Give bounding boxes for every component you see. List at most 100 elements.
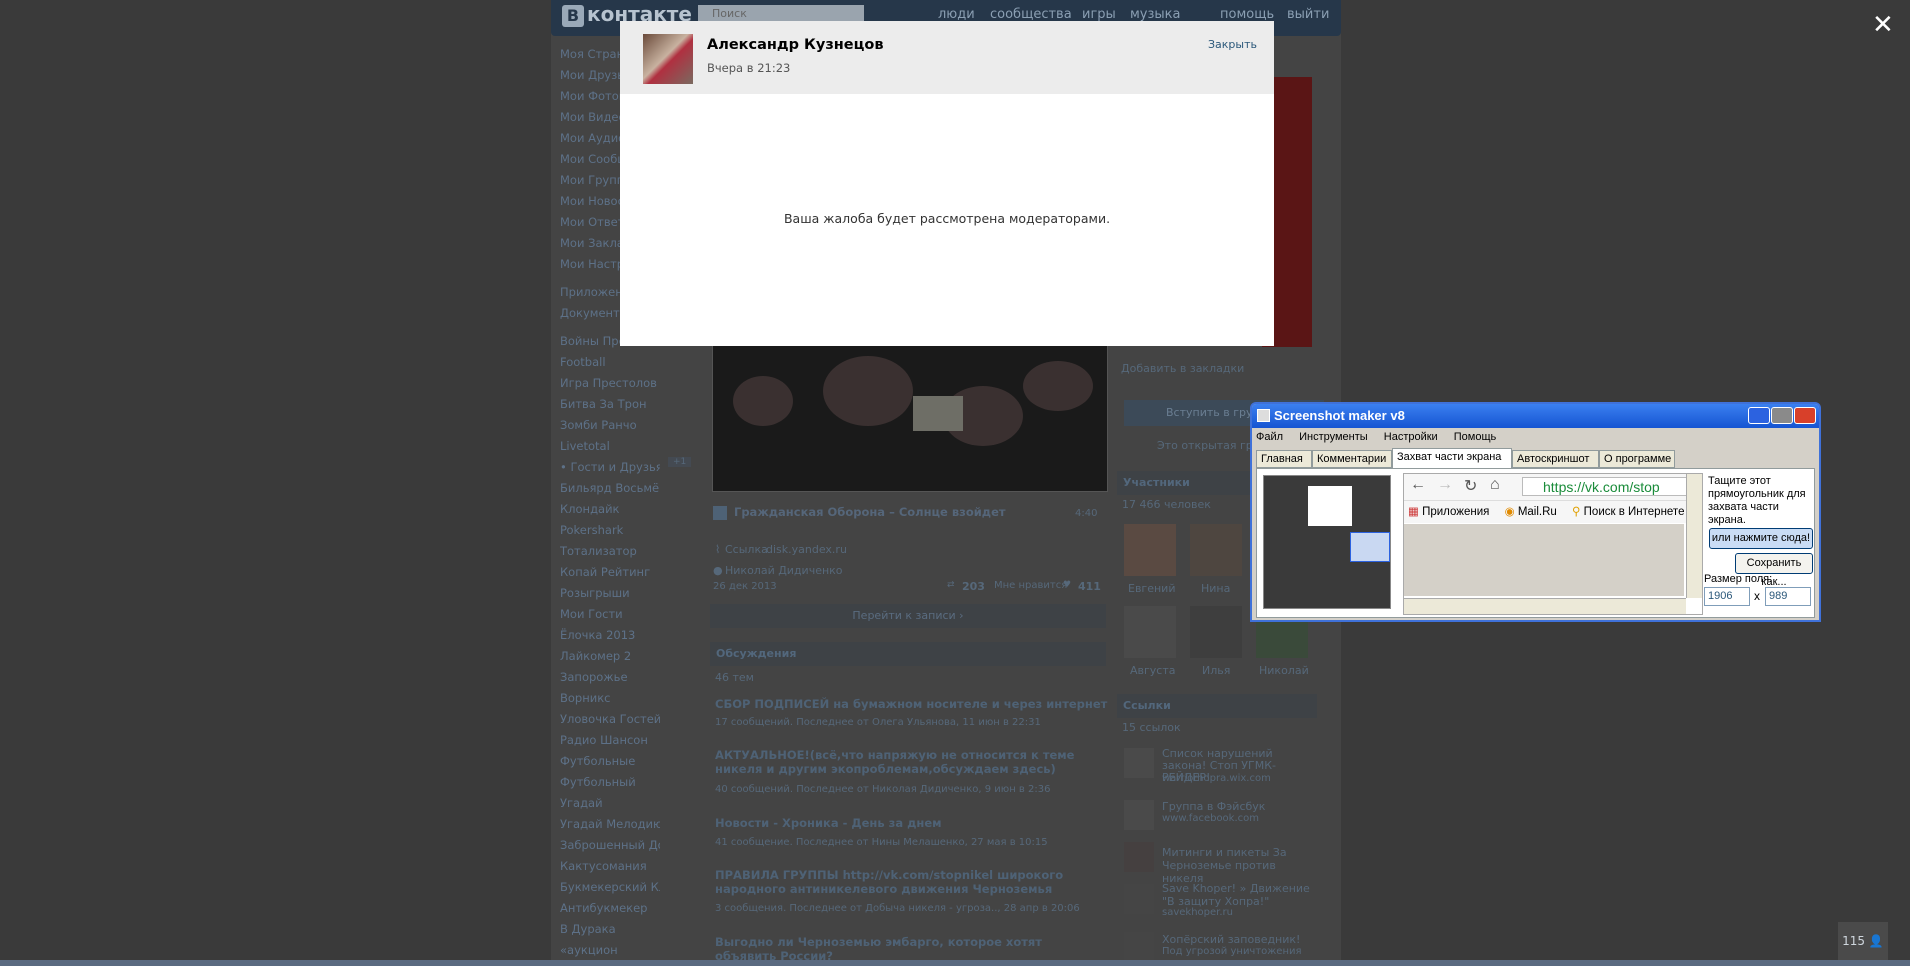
horizontal-scrollbar[interactable] bbox=[1404, 598, 1686, 614]
menu-item[interactable]: Лайкомер 2 bbox=[560, 646, 660, 667]
menu-item[interactable]: Угадай Мелодию bbox=[560, 814, 660, 835]
screenshot-maker-window[interactable]: Screenshot maker v8 Файл Инструменты Нас… bbox=[1250, 402, 1821, 622]
menu-item[interactable]: Зомби Ранчо bbox=[560, 415, 660, 436]
nav-people[interactable]: люди bbox=[938, 7, 975, 22]
link-title[interactable]: Хопёрский заповедник! bbox=[1162, 933, 1300, 946]
menu-item[interactable]: «аукцион bbox=[560, 940, 660, 961]
repost-count[interactable]: 203 bbox=[962, 580, 985, 593]
menu-item[interactable]: Запорожье bbox=[560, 667, 660, 688]
menu-item[interactable]: Букмекерский Клуб bbox=[560, 877, 660, 898]
nav-logout[interactable]: выйти bbox=[1287, 7, 1329, 22]
menu-item[interactable]: Кактусомания bbox=[560, 856, 660, 877]
tab-main[interactable]: Главная bbox=[1256, 450, 1312, 468]
links-header[interactable]: Ссылки bbox=[1117, 694, 1317, 718]
menu-item[interactable]: Розыгрыши bbox=[560, 583, 660, 604]
menu-item[interactable]: Мои Гости bbox=[560, 604, 660, 625]
discussions-header[interactable]: Обсуждения bbox=[710, 642, 1106, 666]
member-name[interactable]: Илья bbox=[1202, 664, 1230, 677]
window-titlebar[interactable]: Screenshot maker v8 bbox=[1252, 404, 1819, 428]
menu-item[interactable]: Клондайк bbox=[560, 499, 660, 520]
discussions-count: 46 тем bbox=[715, 671, 754, 684]
member-name[interactable]: Николай bbox=[1259, 664, 1309, 677]
topic-title[interactable]: Новости - Хроника - День за днем bbox=[715, 816, 942, 830]
post-photo[interactable] bbox=[712, 345, 1108, 492]
camera-icon[interactable] bbox=[1124, 606, 1176, 658]
maximize-button[interactable] bbox=[1771, 407, 1793, 424]
menu-tools[interactable]: Инструменты bbox=[1299, 431, 1368, 443]
menu-item[interactable]: Угадай bbox=[560, 793, 660, 814]
likes-count[interactable]: 411 bbox=[1078, 580, 1101, 593]
topic-title[interactable]: ПРАВИЛА ГРУППЫ http://vk.com/stopnikel ш… bbox=[715, 868, 1095, 896]
search-icon: ⚲ bbox=[1572, 506, 1581, 518]
member-avatar[interactable] bbox=[1190, 606, 1242, 658]
vertical-scrollbar[interactable] bbox=[1686, 474, 1702, 598]
menu-item[interactable]: В Дурака bbox=[560, 919, 660, 940]
likes-label[interactable]: Мне нравится bbox=[994, 580, 1067, 591]
goto-post-button[interactable]: Перейти к записи › bbox=[710, 604, 1106, 628]
topic-title[interactable]: СБОР ПОДПИСЕЙ на бумажном носителе и чер… bbox=[715, 697, 1107, 711]
track-title[interactable]: Гражданская Оборона – Солнце взойдет bbox=[734, 505, 1006, 519]
member-name[interactable]: Августа bbox=[1130, 664, 1176, 677]
click-here-button[interactable]: или нажмите сюда! bbox=[1709, 528, 1813, 549]
menu-item[interactable]: Игра Престолов bbox=[560, 373, 660, 394]
tab-autoscreenshot[interactable]: Автоскриншот bbox=[1512, 450, 1599, 468]
menu-item[interactable]: Livetotal bbox=[560, 436, 660, 457]
height-input[interactable]: 989 bbox=[1765, 587, 1811, 606]
screen-preview[interactable] bbox=[1263, 475, 1391, 609]
tab-capture-region[interactable]: Захват части экрана bbox=[1392, 448, 1512, 468]
menu-item[interactable]: Бильярд Восьмёрка bbox=[560, 478, 660, 499]
link-title[interactable]: Митинги и пикеты За Черноземье против ни… bbox=[1162, 846, 1312, 885]
menu-item[interactable]: Ворникс bbox=[560, 688, 660, 709]
menu-item[interactable]: Битва За Трон bbox=[560, 394, 660, 415]
overlay-close-icon[interactable]: ✕ bbox=[1872, 12, 1894, 38]
tab-comments[interactable]: Комментарии bbox=[1312, 450, 1392, 468]
minimize-button[interactable] bbox=[1748, 407, 1770, 424]
search-placeholder: Поиск bbox=[712, 7, 747, 20]
menu-item[interactable]: Радио Шансон bbox=[560, 730, 660, 751]
save-as-button[interactable]: Сохранить как... bbox=[1735, 553, 1813, 588]
menu-file[interactable]: Файл bbox=[1256, 431, 1283, 443]
link-title[interactable]: Группа в Фэйсбук bbox=[1162, 800, 1265, 813]
link-title[interactable]: Save Khoper! » Движение "В защиту Хопра!… bbox=[1162, 882, 1312, 908]
tab-about[interactable]: О программе bbox=[1599, 450, 1675, 468]
member-avatar[interactable] bbox=[1124, 524, 1176, 576]
member-name[interactable]: Нина bbox=[1201, 582, 1230, 595]
post-link[interactable]: disk.yandex.ru bbox=[766, 543, 847, 556]
nav-music[interactable]: музыка bbox=[1130, 7, 1181, 22]
author-avatar[interactable] bbox=[643, 34, 693, 84]
member-name[interactable]: Евгений bbox=[1128, 582, 1175, 595]
nav-communities[interactable]: сообщества bbox=[990, 7, 1072, 22]
menu-item[interactable]: Pokershark bbox=[560, 520, 660, 541]
close-window-button[interactable] bbox=[1794, 407, 1816, 424]
menu-item[interactable]: Football bbox=[560, 352, 660, 373]
post-author[interactable]: Николай Дидиченко bbox=[725, 564, 843, 577]
play-icon[interactable] bbox=[713, 506, 727, 520]
menu-item[interactable]: • Гости и Друзья bbox=[560, 457, 660, 478]
menu-settings[interactable]: Настройки bbox=[1384, 431, 1438, 443]
preview-window bbox=[1350, 532, 1390, 562]
topic-title[interactable]: Выгодно ли Черноземью эмбарго, которое х… bbox=[715, 935, 1095, 963]
apps-icon: ▦ bbox=[1408, 506, 1419, 518]
width-input[interactable]: 1906 bbox=[1704, 587, 1750, 606]
nav-help[interactable]: помощь bbox=[1220, 7, 1274, 22]
online-counter[interactable]: 115 👤 bbox=[1838, 922, 1888, 960]
modal-header: Александр Кузнецов Вчера в 21:23 Закрыть bbox=[620, 21, 1274, 94]
author-name[interactable]: Александр Кузнецов bbox=[707, 37, 884, 53]
menu-item[interactable]: Антибукмекер bbox=[560, 898, 660, 919]
capture-rectangle[interactable]: ← → ↻ ⌂ https://vk.com/stop ▦ Приложения… bbox=[1403, 473, 1703, 615]
menu-help[interactable]: Помощь bbox=[1454, 431, 1497, 443]
menu-item[interactable]: Копай Рейтинг bbox=[560, 562, 660, 583]
menu-item[interactable]: Ёлочка 2013 bbox=[560, 625, 660, 646]
menu-item[interactable]: Тотализатор bbox=[560, 541, 660, 562]
menu-item[interactable]: Футбольные bbox=[560, 751, 660, 772]
member-avatar[interactable] bbox=[1190, 524, 1242, 576]
nav-games[interactable]: игры bbox=[1082, 7, 1116, 22]
menu-item[interactable]: Заброшенный Дом bbox=[560, 835, 660, 856]
menu-item[interactable]: Футбольный bbox=[560, 772, 660, 793]
menu-item[interactable]: Уловочка Гостей bbox=[560, 709, 660, 730]
bookmark-apps: Приложения bbox=[1422, 506, 1490, 518]
modal-close-link[interactable]: Закрыть bbox=[1208, 38, 1257, 51]
topic-title[interactable]: АКТУАЛЬНОЕ!(всё,что напряжую не относитс… bbox=[715, 748, 1095, 776]
add-bookmark-link[interactable]: Добавить в закладки bbox=[1121, 362, 1244, 375]
times-sign: x bbox=[1754, 589, 1760, 603]
